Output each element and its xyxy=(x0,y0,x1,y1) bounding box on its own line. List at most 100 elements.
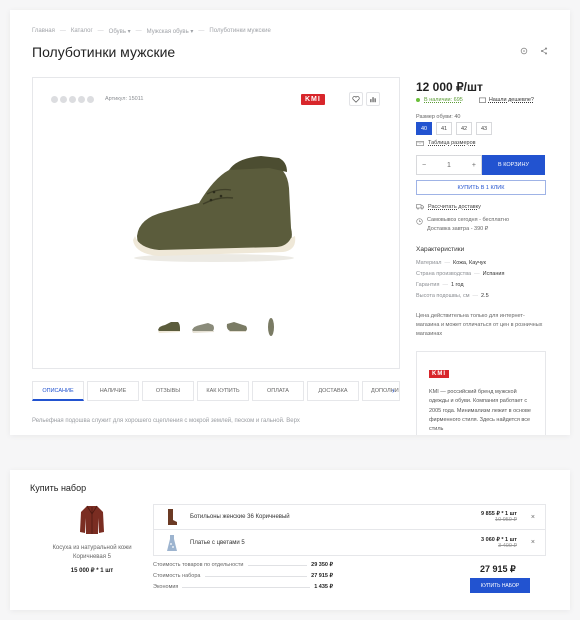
total-row: Стоимость набора 27 915 ₽ xyxy=(153,573,333,579)
ruler-icon xyxy=(416,140,424,146)
total-key: Стоимость товаров по отдельности xyxy=(153,562,244,568)
breadcrumb-separator: — xyxy=(135,28,142,34)
kit-item-old-price: 10 950 ₽ xyxy=(495,517,517,523)
brand-logo: KMI xyxy=(301,94,325,105)
characteristic-value: Испания xyxy=(482,271,505,277)
kit-total-price: 27 915 ₽ xyxy=(480,564,516,574)
thumbnail-3[interactable] xyxy=(224,318,250,336)
characteristic-separator: — xyxy=(472,293,478,299)
characteristic-separator: — xyxy=(442,282,448,288)
characteristics-list: Материал — Кожа, Каучук Страна производс… xyxy=(416,260,504,304)
total-value: 1 435 ₽ xyxy=(314,584,333,590)
total-value: 29 350 ₽ xyxy=(311,562,333,568)
kit-main-name[interactable]: Косуха из натуральной кожи Коричневая 5 xyxy=(52,544,132,562)
characteristic-key: Страна производства xyxy=(416,271,472,277)
boots-image[interactable] xyxy=(166,508,178,526)
thumbnail-1[interactable] xyxy=(156,318,182,336)
buy-kit-card: Купить набор Косуха из натуральной кожи … xyxy=(10,470,570,610)
tab-how-to-buy[interactable]: КАК КУПИТЬ xyxy=(197,381,249,401)
brand-description: KMI — российский бренд мужской одежды и … xyxy=(429,389,531,433)
thumbnail-4[interactable] xyxy=(258,318,284,336)
product-main-image[interactable] xyxy=(119,148,309,273)
kit-item-name[interactable]: Ботильоны женские 36 Коричневый xyxy=(190,514,481,520)
tab-availability[interactable]: НАЛИЧИЕ xyxy=(87,381,139,401)
total-key: Экономия xyxy=(153,584,179,590)
total-leader-line xyxy=(204,576,308,577)
total-leader-line xyxy=(182,587,311,588)
delivery-info: Самовывоз сегодня - бесплатно Доставка з… xyxy=(416,216,509,235)
found-cheaper-label: Нашли дешевле? xyxy=(488,97,534,103)
kit-item-name[interactable]: Платье с цветами 5 xyxy=(190,540,481,546)
total-row: Стоимость товаров по отдельности 29 350 … xyxy=(153,562,333,568)
breadcrumb-item-mens-shoes[interactable]: Мужская обувь ▾ xyxy=(147,28,194,35)
breadcrumb-separator: — xyxy=(97,28,104,34)
price-note: Цена действительна только для интернет-м… xyxy=(416,313,543,337)
favorite-button[interactable] xyxy=(349,92,363,106)
tab-reviews[interactable]: ОТЗЫВЫ xyxy=(142,381,194,401)
characteristics-title: Характеристики xyxy=(416,246,465,253)
share-icon[interactable] xyxy=(540,47,548,55)
in-stock-dot-icon xyxy=(416,98,420,102)
compare-button[interactable] xyxy=(366,92,380,106)
characteristic-row: Гарантия — 1 год xyxy=(416,282,504,288)
dress-image[interactable] xyxy=(166,534,178,552)
characteristic-row: Высота подошвы, см — 2.5 xyxy=(416,293,504,299)
size-label: Размер обуви: 40 xyxy=(416,114,461,120)
stock-row: В наличии: 695 Нашли дешевле? xyxy=(416,97,534,103)
characteristic-key: Гарантия xyxy=(416,282,440,288)
product-card: Главная — Каталог — Обувь ▾ — Мужская об… xyxy=(10,10,570,435)
buy-kit-button[interactable]: КУПИТЬ НАБОР xyxy=(470,578,530,593)
breadcrumb-item-catalog[interactable]: Каталог xyxy=(71,28,93,35)
add-to-cart-button[interactable]: В КОРЗИНУ xyxy=(482,155,545,175)
characteristic-key: Высота подошвы, см xyxy=(416,293,470,299)
quantity-minus-button[interactable]: − xyxy=(422,162,426,169)
quantity-plus-button[interactable]: + xyxy=(472,162,476,169)
total-row: Экономия 1 435 ₽ xyxy=(153,584,333,590)
pickup-info: Самовывоз сегодня - бесплатно xyxy=(427,217,510,223)
quantity-value[interactable]: 1 xyxy=(447,162,451,169)
calc-delivery-link[interactable]: Рассчитать доставку xyxy=(416,204,481,210)
kit-main-product: Косуха из натуральной кожи Коричневая 5 … xyxy=(52,504,132,574)
print-icon[interactable] xyxy=(520,47,528,55)
size-option-41[interactable]: 41 xyxy=(436,122,452,135)
size-table-label: Таблица размеров xyxy=(428,140,476,146)
size-table-link[interactable]: Таблица размеров xyxy=(416,140,476,146)
title-actions xyxy=(520,47,548,55)
characteristic-row: Страна производства — Испания xyxy=(416,271,504,277)
star-icon xyxy=(78,96,85,103)
delivery-tomorrow-info: Доставка завтра - 390 ₽ xyxy=(427,226,489,233)
article-number: Артикул: 15011 xyxy=(105,96,144,102)
breadcrumb-item-shoes[interactable]: Обувь ▾ xyxy=(109,28,131,35)
star-icon xyxy=(87,96,94,103)
size-option-43[interactable]: 43 xyxy=(476,122,492,135)
tab-description[interactable]: ОПИСАНИЕ xyxy=(32,381,84,401)
total-leader-line xyxy=(247,565,308,566)
thumbnail-2[interactable] xyxy=(190,318,216,336)
tab-payment[interactable]: ОПЛАТА xyxy=(252,381,304,401)
stock-link[interactable]: В наличии: 695 xyxy=(424,97,463,103)
tab-delivery[interactable]: ДОСТАВКА xyxy=(307,381,359,401)
quantity-row: − 1 + В КОРЗИНУ xyxy=(416,155,545,175)
brand-card-logo: KMI xyxy=(429,370,449,378)
kit-totals: Стоимость товаров по отдельности 29 350 … xyxy=(153,562,333,595)
remove-item-icon[interactable]: × xyxy=(531,539,535,546)
size-option-42[interactable]: 42 xyxy=(456,122,472,135)
kit-item-old-price: 3 400 ₽ xyxy=(498,542,517,549)
kit-title: Купить набор xyxy=(30,483,87,493)
product-gallery: Артикул: 15011 KMI xyxy=(32,77,400,369)
found-cheaper-link[interactable]: Нашли дешевле? xyxy=(478,97,534,103)
characteristic-separator: — xyxy=(444,260,451,266)
rating-stars xyxy=(51,96,94,103)
star-icon xyxy=(51,96,58,103)
size-option-40[interactable]: 40 xyxy=(416,122,432,135)
brand-card: KMI KMI — российский бренд мужской одежд… xyxy=(416,351,546,435)
product-description: Рельефная подошва служит для хорошего сц… xyxy=(32,418,300,424)
tabs-scroll-right-icon[interactable]: › xyxy=(392,386,395,395)
breadcrumb-separator: — xyxy=(198,28,205,34)
buy-one-click-button[interactable]: КУПИТЬ В 1 КЛИК xyxy=(416,180,546,195)
kit-main-price: 15 000 ₽ * 1 шт xyxy=(70,568,114,574)
jacket-image[interactable] xyxy=(79,504,105,536)
characteristic-separator: — xyxy=(474,271,480,277)
breadcrumb-item-home[interactable]: Главная xyxy=(32,28,55,35)
remove-item-icon[interactable]: × xyxy=(531,514,535,521)
